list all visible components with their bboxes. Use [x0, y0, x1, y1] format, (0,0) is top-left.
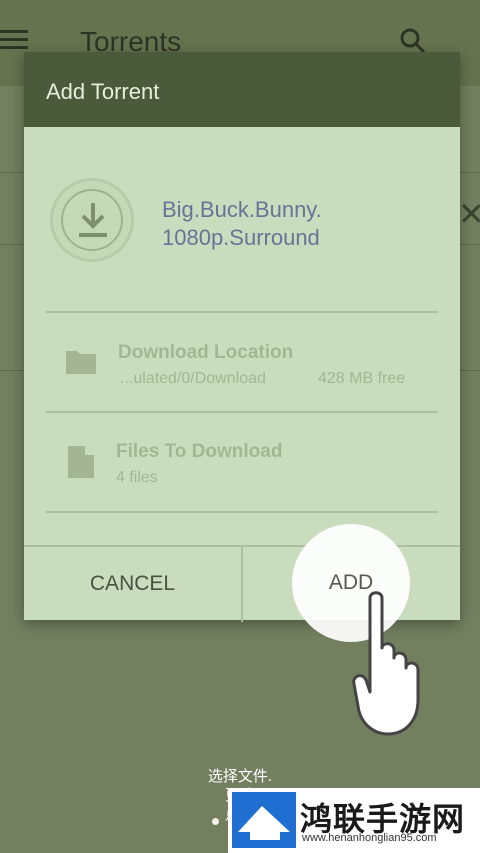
watermark: 鸿联手游网 www.henanhonglian95.com [228, 788, 480, 853]
torrent-name-line2: 1080p.Surround [162, 225, 320, 250]
divider [46, 411, 438, 413]
download-location-path: ...ulated/0/Download [120, 370, 266, 387]
folder-icon [66, 351, 96, 374]
watermark-logo [232, 792, 296, 848]
download-location-label: Download Location [118, 342, 294, 363]
files-count: 4 files [116, 469, 158, 486]
dialog-header: Add Torrent [24, 52, 460, 127]
hand-pointer-icon [352, 591, 420, 736]
close-icon: ✕ [458, 196, 480, 232]
menu-icon[interactable] [0, 30, 28, 50]
torrent-name: Big.Buck.Bunny. 1080p.Surround [162, 196, 442, 252]
download-location-free: 428 MB free [318, 370, 406, 387]
cancel-button[interactable]: CANCEL [24, 547, 241, 620]
download-icon [50, 178, 134, 262]
divider [46, 511, 438, 513]
search-icon[interactable] [400, 28, 426, 54]
files-to-download-label: Files To Download [116, 441, 283, 462]
divider [46, 311, 438, 313]
caption-line1: 选择文件. [207, 768, 273, 785]
dialog-title: Add Torrent [46, 79, 160, 104]
torrent-name-line1: Big.Buck.Bunny. [162, 197, 322, 222]
watermark-url: www.henanhonglian95.com [302, 832, 437, 844]
file-icon [68, 446, 94, 478]
